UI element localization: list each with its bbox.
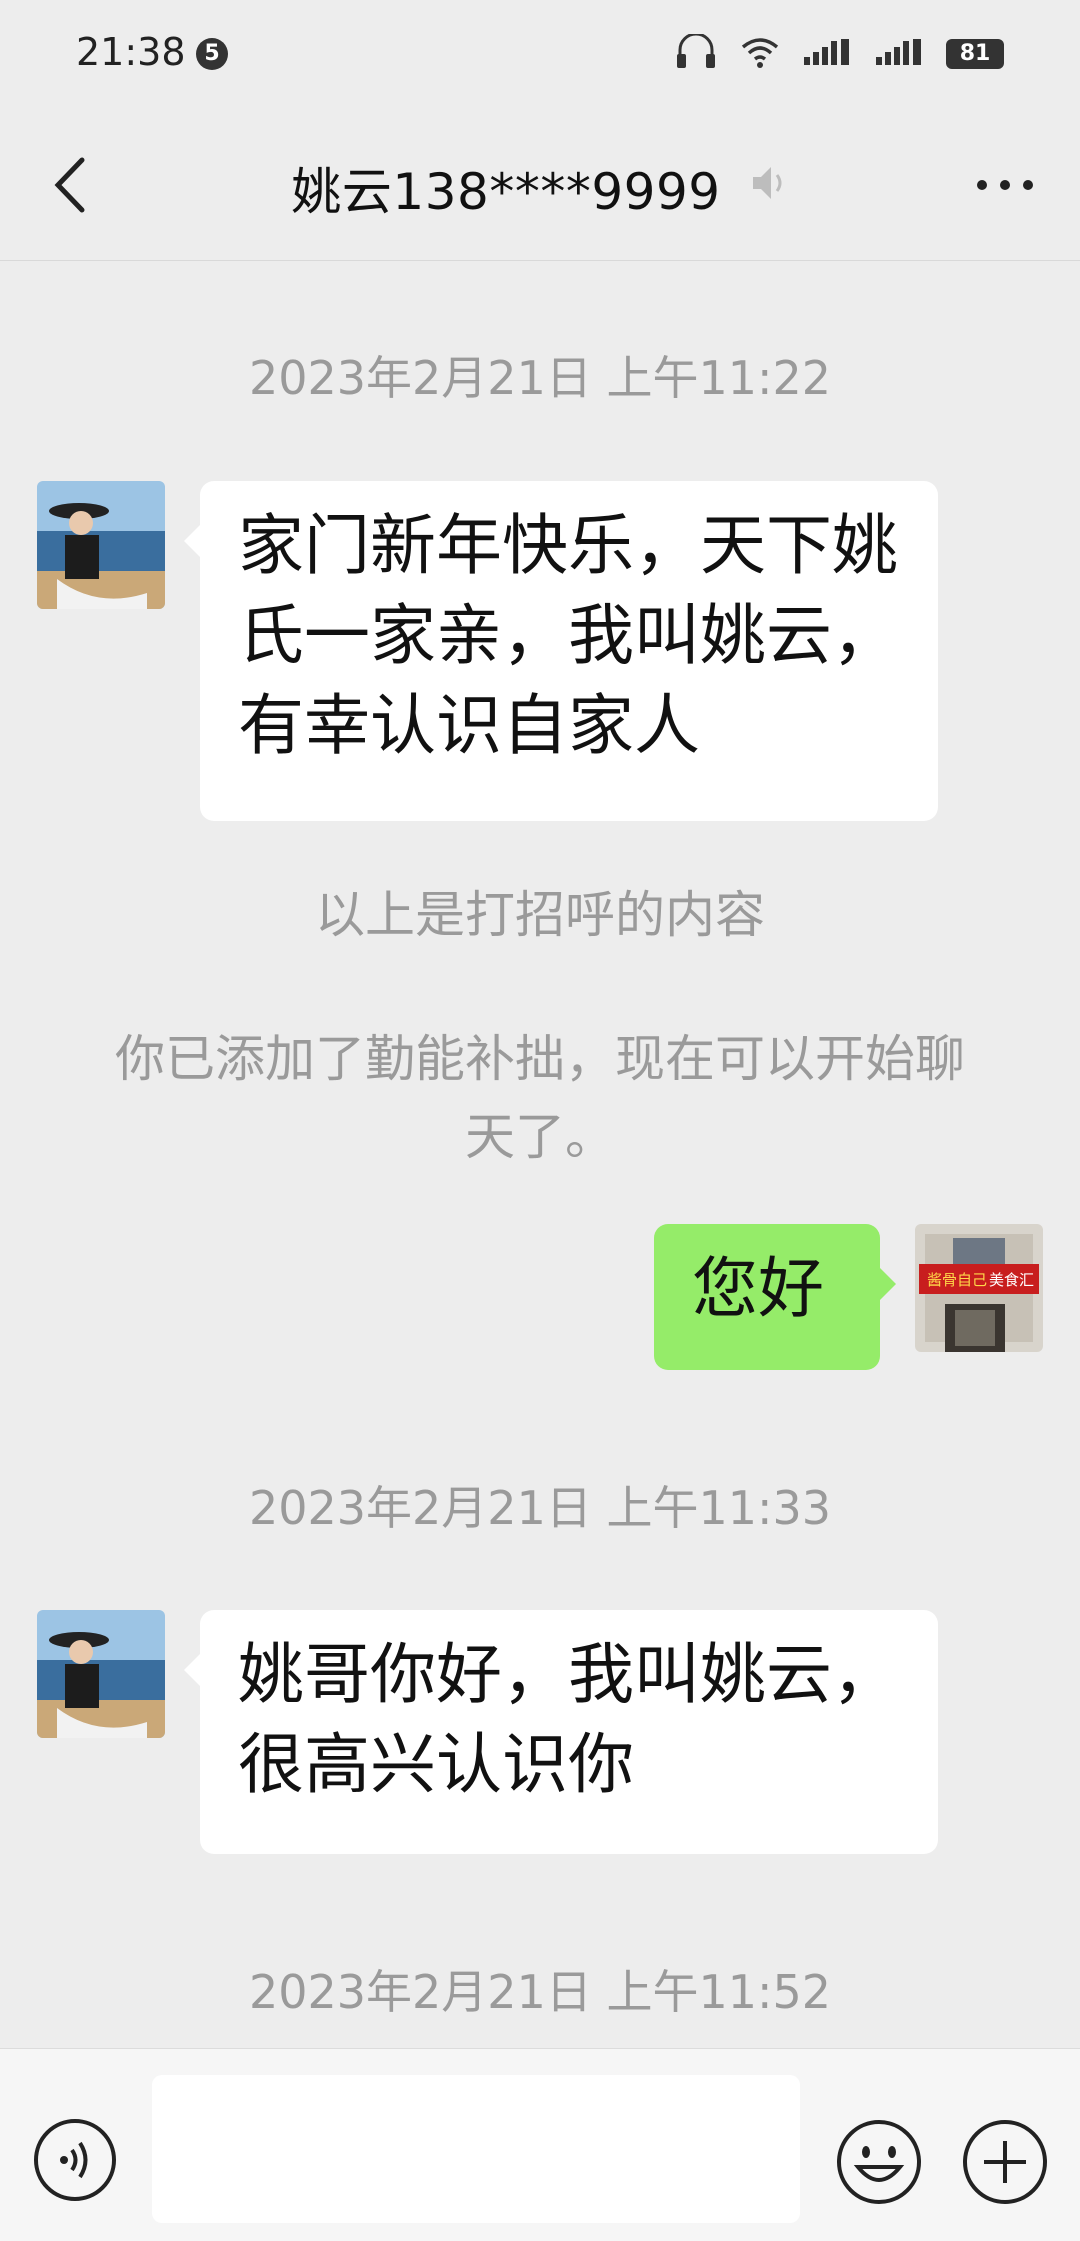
battery-indicator: 81 <box>946 39 1004 69</box>
message-bubble-received[interactable]: 家门新年快乐，天下姚氏一家亲，我叫姚云，有幸认识自家人 <box>184 481 938 821</box>
chat-title-area: 姚云138****9999 <box>0 152 1080 224</box>
chat-title: 姚云138****9999 <box>291 163 721 221</box>
message-input[interactable] <box>152 2075 800 2223</box>
more-button[interactable] <box>970 155 1040 215</box>
contact-avatar[interactable] <box>37 481 165 609</box>
my-avatar[interactable]: 酱骨自己 美食汇 <box>915 1224 1043 1352</box>
voice-button[interactable] <box>32 2117 118 2203</box>
message-bubble-received[interactable]: 姚哥你好，我叫姚云，很高兴认识你 <box>184 1610 938 1854</box>
contact-avatar[interactable] <box>37 1610 165 1738</box>
timestamp: 2023年2月21日 上午11:52 <box>248 1965 832 2019</box>
voice-icon <box>32 2119 118 2207</box>
mute-icon <box>749 159 789 217</box>
status-icons: 81 <box>674 32 1004 74</box>
chat-header: 姚云138****9999 <box>0 110 1080 261</box>
shop-sign-right: 美食汇 <box>989 1271 1034 1289</box>
status-time: 21:38 <box>76 30 186 74</box>
system-message: 你已添加了勤能补拙，现在可以开始聊天了。 <box>115 1030 965 1166</box>
emoji-icon <box>834 2120 924 2211</box>
plus-icon <box>960 2120 1050 2211</box>
input-bar <box>0 2048 1080 2241</box>
status-bar: 21:38 5 81 <box>0 0 1080 110</box>
message-bubble-sent[interactable]: 您好 <box>654 1224 896 1370</box>
headset-icon <box>674 32 718 74</box>
signal-2-icon <box>874 37 924 71</box>
notification-badge: 5 <box>196 38 228 70</box>
wifi-icon <box>740 35 780 73</box>
timestamp: 2023年2月21日 上午11:22 <box>248 351 832 405</box>
system-message: 以上是打招呼的内容 <box>315 886 765 944</box>
more-icon <box>970 180 1040 219</box>
more-actions-button[interactable] <box>960 2117 1050 2207</box>
signal-icon <box>802 37 852 71</box>
shop-sign-left: 酱骨自己 <box>927 1271 987 1289</box>
emoji-button[interactable] <box>834 2117 924 2207</box>
timestamp: 2023年2月21日 上午11:33 <box>248 1481 832 1535</box>
